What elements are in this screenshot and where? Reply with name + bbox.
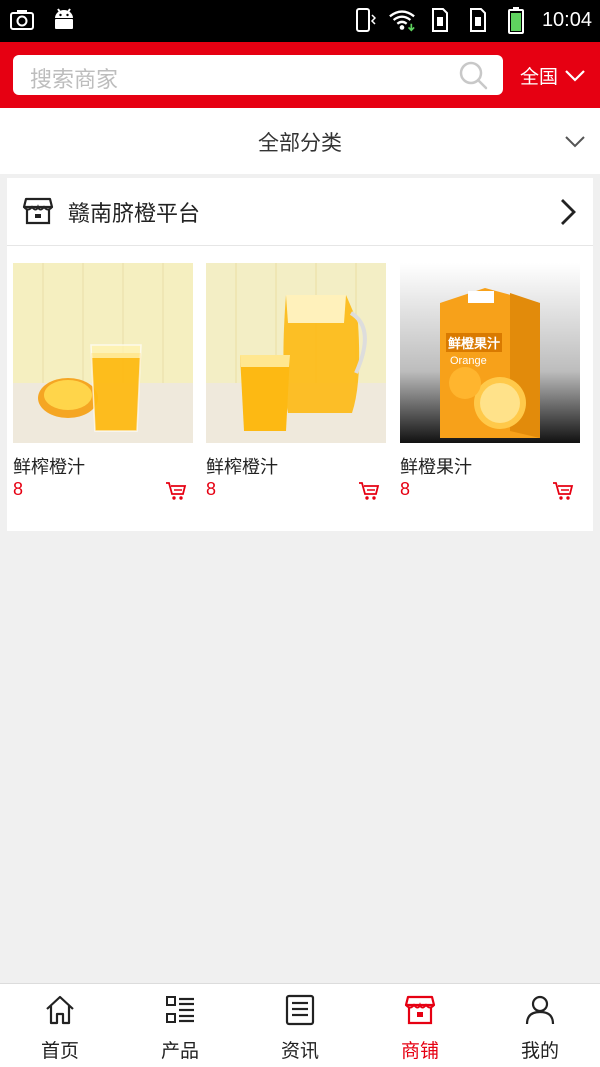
- search-placeholder: 搜索商家: [30, 68, 119, 93]
- product-name: 鲜榨橙汁: [206, 457, 278, 478]
- sim2-icon: [464, 6, 492, 34]
- product-image[interactable]: [206, 263, 386, 443]
- category-label: 全部分类: [258, 131, 342, 155]
- nav-mine-label: 我的: [520, 1040, 559, 1062]
- product-name: 鲜橙果汁: [400, 457, 472, 478]
- vibrate-icon: [350, 6, 378, 34]
- product-image[interactable]: 鲜橙果汁 Orange: [400, 263, 580, 443]
- product-item[interactable]: 鲜榨橙汁 8: [13, 263, 193, 500]
- news-icon: [285, 994, 315, 1026]
- product-name: 鲜榨橙汁: [13, 457, 85, 478]
- chevron-down-icon: [565, 136, 585, 148]
- region-label: 全国: [520, 66, 559, 88]
- search-icon[interactable]: [457, 59, 489, 91]
- shop-icon: [404, 995, 436, 1025]
- search-input[interactable]: 搜索商家: [13, 55, 503, 95]
- cart-icon[interactable]: [165, 481, 187, 501]
- nav-news-label: 资讯: [280, 1040, 319, 1062]
- home-icon: [46, 995, 74, 1025]
- chevron-right-icon: [561, 199, 576, 225]
- package-subtext: Orange: [450, 355, 487, 367]
- product-image[interactable]: [13, 263, 193, 443]
- wifi-icon: [388, 6, 416, 34]
- shop-header[interactable]: 赣南脐橙平台: [7, 178, 593, 246]
- product-price: 8: [400, 479, 411, 499]
- chevron-down-icon: [565, 69, 585, 82]
- product-price: 8: [206, 479, 217, 499]
- shop-name: 赣南脐橙平台: [68, 202, 201, 227]
- package-text: 鲜橙果汁: [446, 333, 503, 352]
- header-bar: 搜索商家 全国: [0, 42, 600, 108]
- product-item[interactable]: 鲜橙果汁 Orange 鲜橙果汁 8: [400, 263, 580, 500]
- list-icon: [166, 996, 194, 1023]
- cart-icon[interactable]: [358, 481, 380, 501]
- battery-icon: [502, 6, 530, 34]
- nav-home[interactable]: 首页: [0, 984, 120, 1067]
- nav-home-label: 首页: [40, 1040, 79, 1062]
- status-bar: 10:04: [0, 0, 600, 42]
- nav-products[interactable]: 产品: [120, 984, 240, 1067]
- nav-products-label: 产品: [160, 1040, 199, 1062]
- cart-icon[interactable]: [552, 481, 574, 501]
- bottom-nav: 首页 产品 资讯 商铺 我的: [0, 983, 600, 1067]
- android-icon: [50, 6, 78, 34]
- store-icon: [22, 197, 54, 225]
- screenshot-icon: [8, 6, 36, 34]
- shop-card: 赣南脐橙平台 鲜榨橙汁 8 鲜榨橙汁 8 鲜橙果汁 Orange 鲜橙果汁 8: [7, 178, 593, 531]
- category-filter[interactable]: 全部分类: [0, 108, 600, 174]
- product-price: 8: [13, 479, 24, 499]
- nav-shop[interactable]: 商铺: [360, 984, 480, 1067]
- nav-shop-label: 商铺: [400, 1040, 439, 1062]
- nav-mine[interactable]: 我的: [480, 984, 600, 1067]
- product-item[interactable]: 鲜榨橙汁 8: [206, 263, 386, 500]
- sim1-icon: [426, 6, 454, 34]
- nav-news[interactable]: 资讯: [240, 984, 360, 1067]
- user-icon: [525, 995, 555, 1025]
- region-selector[interactable]: 全国: [520, 62, 586, 89]
- product-list: 鲜榨橙汁 8 鲜榨橙汁 8 鲜橙果汁 Orange 鲜橙果汁 8: [13, 263, 593, 513]
- status-time: 10:04: [541, 8, 592, 31]
